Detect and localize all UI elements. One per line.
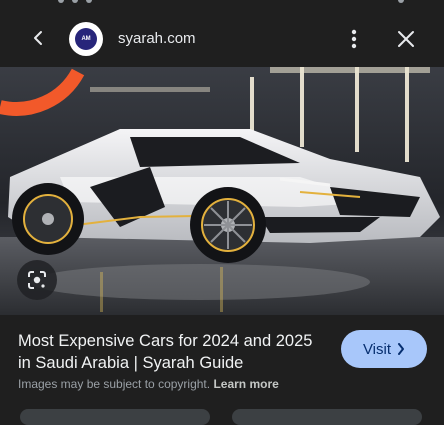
car-image (0, 67, 444, 315)
site-logo[interactable]: AM (69, 22, 103, 56)
result-image[interactable] (0, 67, 444, 315)
status-icon (398, 0, 404, 3)
google-lens-button[interactable] (17, 260, 57, 300)
back-button[interactable] (22, 21, 56, 55)
learn-more-link[interactable]: Learn more (213, 377, 278, 391)
more-vert-icon (351, 29, 357, 49)
copyright-text: Images may be subject to copyright. (18, 377, 211, 391)
copyright-notice: Images may be subject to copyright. Lear… (18, 377, 279, 391)
site-logo-mark: AM (75, 28, 97, 50)
viewer-header: AM syarah.com (0, 8, 444, 66)
action-chip[interactable] (20, 409, 210, 425)
visit-button-label: Visit (362, 340, 392, 358)
google-lens-icon (28, 271, 46, 289)
status-icon (72, 0, 78, 3)
status-icon (58, 0, 64, 3)
more-options-button[interactable] (340, 22, 368, 56)
visit-button[interactable]: Visit (341, 330, 427, 368)
result-title[interactable]: Most Expensive Cars for 2024 and 2025 in… (18, 330, 318, 374)
close-icon (398, 31, 414, 47)
chevron-left-icon (34, 31, 42, 45)
close-button[interactable] (390, 22, 422, 56)
chevron-right-icon (398, 343, 405, 355)
action-chip[interactable] (232, 409, 422, 425)
status-bar (0, 0, 444, 6)
site-name[interactable]: syarah.com (118, 30, 196, 47)
status-icon (86, 0, 92, 3)
